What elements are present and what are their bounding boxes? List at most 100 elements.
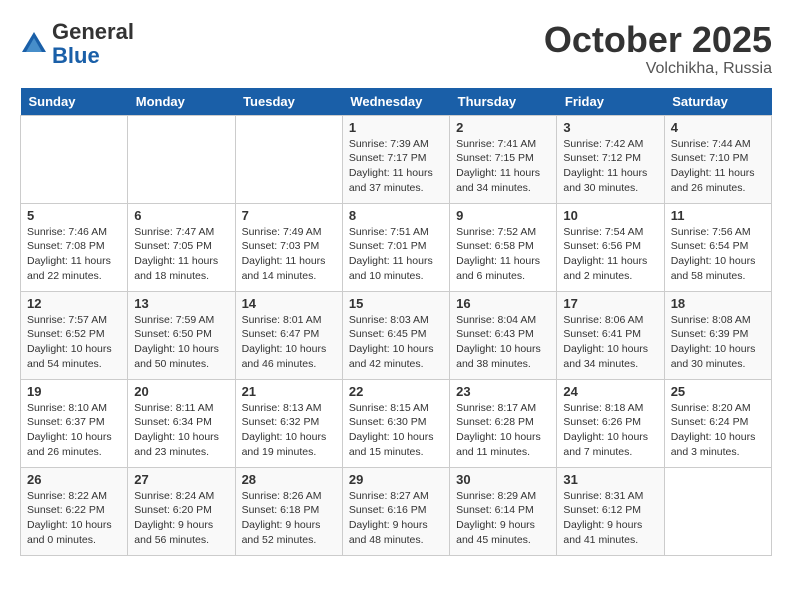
day-info: Sunrise: 8:11 AM Sunset: 6:34 PM Dayligh… — [134, 401, 228, 460]
calendar-cell: 4 Sunrise: 7:44 AM Sunset: 7:10 PM Daylig… — [664, 115, 771, 203]
logo-blue-text: Blue — [52, 44, 134, 68]
location-subtitle: Volchikha, Russia — [544, 60, 772, 78]
calendar-cell: 23 Sunrise: 8:17 AM Sunset: 6:28 PM Dayli… — [450, 379, 557, 467]
calendar-cell: 27Sunrise: 8:24 AM Sunset: 6:20 PM Dayli… — [128, 467, 235, 555]
day-number: 23 — [456, 384, 550, 399]
day-number: 4 — [671, 120, 765, 135]
calendar-cell: 18 Sunrise: 8:08 AM Sunset: 6:39 PM Dayli… — [664, 291, 771, 379]
day-number: 22 — [349, 384, 443, 399]
day-info: Sunrise: 7:46 AM Sunset: 7:08 PM Dayligh… — [27, 225, 121, 284]
day-info: Sunrise: 8:15 AM Sunset: 6:30 PM Dayligh… — [349, 401, 443, 460]
weekday-header-thursday: Thursday — [450, 88, 557, 116]
day-number: 9 — [456, 208, 550, 223]
page-header: General Blue October 2025 Volchikha, Rus… — [20, 20, 772, 78]
calendar-cell: 8Sunrise: 7:51 AM Sunset: 7:01 PM Daylig… — [342, 203, 449, 291]
calendar-cell: 5 Sunrise: 7:46 AM Sunset: 7:08 PM Daylig… — [21, 203, 128, 291]
calendar-cell: 3 Sunrise: 7:42 AM Sunset: 7:12 PM Daylig… — [557, 115, 664, 203]
calendar-cell: 25Sunrise: 8:20 AM Sunset: 6:24 PM Dayli… — [664, 379, 771, 467]
day-number: 26 — [27, 472, 121, 487]
calendar-cell: 12 Sunrise: 7:57 AM Sunset: 6:52 PM Dayli… — [21, 291, 128, 379]
title-block: October 2025 Volchikha, Russia — [544, 20, 772, 78]
calendar-cell — [21, 115, 128, 203]
calendar-cell: 2 Sunrise: 7:41 AM Sunset: 7:15 PM Daylig… — [450, 115, 557, 203]
day-number: 25 — [671, 384, 765, 399]
calendar-cell: 10 Sunrise: 7:54 AM Sunset: 6:56 PM Dayli… — [557, 203, 664, 291]
calendar-cell: 16Sunrise: 8:04 AM Sunset: 6:43 PM Dayli… — [450, 291, 557, 379]
weekday-header-wednesday: Wednesday — [342, 88, 449, 116]
calendar-cell: 26 Sunrise: 8:22 AM Sunset: 6:22 PM Dayli… — [21, 467, 128, 555]
day-info: Sunrise: 8:04 AM Sunset: 6:43 PM Dayligh… — [456, 313, 550, 372]
calendar-cell: 17Sunrise: 8:06 AM Sunset: 6:41 PM Dayli… — [557, 291, 664, 379]
day-info: Sunrise: 8:10 AM Sunset: 6:37 PM Dayligh… — [27, 401, 121, 460]
day-number: 19 — [27, 384, 121, 399]
day-info: Sunrise: 7:54 AM Sunset: 6:56 PM Dayligh… — [563, 225, 657, 284]
weekday-header-friday: Friday — [557, 88, 664, 116]
calendar-cell: 6 Sunrise: 7:47 AM Sunset: 7:05 PM Daylig… — [128, 203, 235, 291]
calendar-week-row: 12 Sunrise: 7:57 AM Sunset: 6:52 PM Dayli… — [21, 291, 772, 379]
calendar-cell: 7 Sunrise: 7:49 AM Sunset: 7:03 PM Daylig… — [235, 203, 342, 291]
day-number: 30 — [456, 472, 550, 487]
calendar-cell: 19 Sunrise: 8:10 AM Sunset: 6:37 PM Dayli… — [21, 379, 128, 467]
logo-icon — [20, 30, 48, 58]
calendar-week-row: 26 Sunrise: 8:22 AM Sunset: 6:22 PM Dayli… — [21, 467, 772, 555]
day-info: Sunrise: 8:17 AM Sunset: 6:28 PM Dayligh… — [456, 401, 550, 460]
day-number: 15 — [349, 296, 443, 311]
weekday-header-row: SundayMondayTuesdayWednesdayThursdayFrid… — [21, 88, 772, 116]
day-info: Sunrise: 7:42 AM Sunset: 7:12 PM Dayligh… — [563, 137, 657, 196]
calendar-cell: 22 Sunrise: 8:15 AM Sunset: 6:30 PM Dayli… — [342, 379, 449, 467]
logo: General Blue — [20, 20, 134, 68]
day-number: 28 — [242, 472, 336, 487]
day-info: Sunrise: 8:01 AM Sunset: 6:47 PM Dayligh… — [242, 313, 336, 372]
calendar-cell: 24Sunrise: 8:18 AM Sunset: 6:26 PM Dayli… — [557, 379, 664, 467]
calendar-cell: 1Sunrise: 7:39 AM Sunset: 7:17 PM Daylig… — [342, 115, 449, 203]
day-number: 13 — [134, 296, 228, 311]
day-number: 21 — [242, 384, 336, 399]
calendar-cell: 31Sunrise: 8:31 AM Sunset: 6:12 PM Dayli… — [557, 467, 664, 555]
calendar-cell: 20Sunrise: 8:11 AM Sunset: 6:34 PM Dayli… — [128, 379, 235, 467]
calendar-week-row: 19 Sunrise: 8:10 AM Sunset: 6:37 PM Dayli… — [21, 379, 772, 467]
day-number: 12 — [27, 296, 121, 311]
day-number: 6 — [134, 208, 228, 223]
weekday-header-sunday: Sunday — [21, 88, 128, 116]
calendar-cell: 14 Sunrise: 8:01 AM Sunset: 6:47 PM Dayli… — [235, 291, 342, 379]
day-info: Sunrise: 8:29 AM Sunset: 6:14 PM Dayligh… — [456, 489, 550, 548]
day-info: Sunrise: 7:49 AM Sunset: 7:03 PM Dayligh… — [242, 225, 336, 284]
day-number: 18 — [671, 296, 765, 311]
day-info: Sunrise: 8:24 AM Sunset: 6:20 PM Dayligh… — [134, 489, 228, 548]
day-info: Sunrise: 8:26 AM Sunset: 6:18 PM Dayligh… — [242, 489, 336, 548]
day-info: Sunrise: 7:44 AM Sunset: 7:10 PM Dayligh… — [671, 137, 765, 196]
day-number: 5 — [27, 208, 121, 223]
month-title: October 2025 — [544, 20, 772, 60]
calendar-cell: 28 Sunrise: 8:26 AM Sunset: 6:18 PM Dayli… — [235, 467, 342, 555]
day-info: Sunrise: 7:41 AM Sunset: 7:15 PM Dayligh… — [456, 137, 550, 196]
day-number: 14 — [242, 296, 336, 311]
calendar-cell — [235, 115, 342, 203]
day-number: 2 — [456, 120, 550, 135]
calendar-table: SundayMondayTuesdayWednesdayThursdayFrid… — [20, 88, 772, 556]
day-number: 7 — [242, 208, 336, 223]
calendar-week-row: 1Sunrise: 7:39 AM Sunset: 7:17 PM Daylig… — [21, 115, 772, 203]
day-info: Sunrise: 7:39 AM Sunset: 7:17 PM Dayligh… — [349, 137, 443, 196]
day-info: Sunrise: 8:03 AM Sunset: 6:45 PM Dayligh… — [349, 313, 443, 372]
calendar-cell: 21 Sunrise: 8:13 AM Sunset: 6:32 PM Dayli… — [235, 379, 342, 467]
calendar-body: 1Sunrise: 7:39 AM Sunset: 7:17 PM Daylig… — [21, 115, 772, 555]
day-number: 10 — [563, 208, 657, 223]
day-info: Sunrise: 7:56 AM Sunset: 6:54 PM Dayligh… — [671, 225, 765, 284]
day-info: Sunrise: 8:13 AM Sunset: 6:32 PM Dayligh… — [242, 401, 336, 460]
day-info: Sunrise: 7:47 AM Sunset: 7:05 PM Dayligh… — [134, 225, 228, 284]
logo-general-text: General — [52, 20, 134, 44]
day-info: Sunrise: 8:08 AM Sunset: 6:39 PM Dayligh… — [671, 313, 765, 372]
day-info: Sunrise: 7:57 AM Sunset: 6:52 PM Dayligh… — [27, 313, 121, 372]
day-number: 3 — [563, 120, 657, 135]
calendar-cell: 29Sunrise: 8:27 AM Sunset: 6:16 PM Dayli… — [342, 467, 449, 555]
day-number: 29 — [349, 472, 443, 487]
day-number: 11 — [671, 208, 765, 223]
calendar-cell: 15 Sunrise: 8:03 AM Sunset: 6:45 PM Dayli… — [342, 291, 449, 379]
calendar-week-row: 5 Sunrise: 7:46 AM Sunset: 7:08 PM Daylig… — [21, 203, 772, 291]
day-info: Sunrise: 8:18 AM Sunset: 6:26 PM Dayligh… — [563, 401, 657, 460]
day-info: Sunrise: 7:52 AM Sunset: 6:58 PM Dayligh… — [456, 225, 550, 284]
day-info: Sunrise: 8:22 AM Sunset: 6:22 PM Dayligh… — [27, 489, 121, 548]
weekday-header-saturday: Saturday — [664, 88, 771, 116]
calendar-cell: 30 Sunrise: 8:29 AM Sunset: 6:14 PM Dayli… — [450, 467, 557, 555]
calendar-header: SundayMondayTuesdayWednesdayThursdayFrid… — [21, 88, 772, 116]
